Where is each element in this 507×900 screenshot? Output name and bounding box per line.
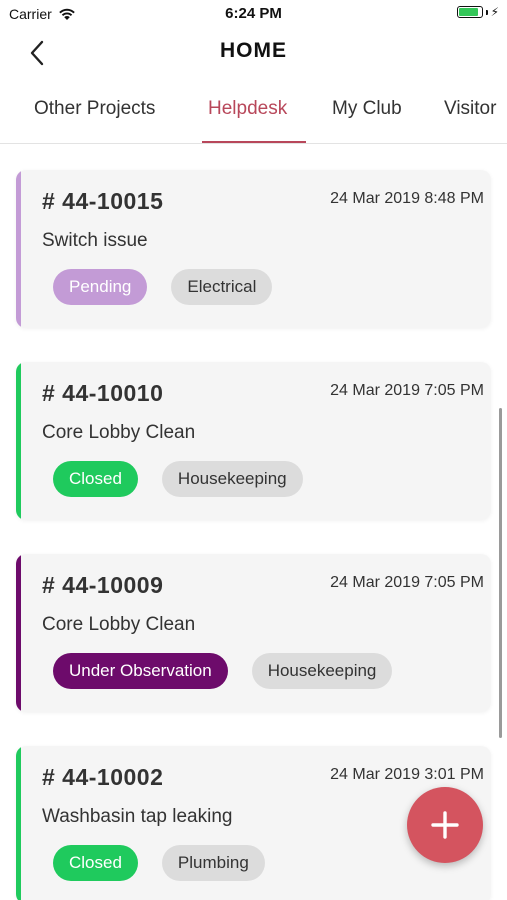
tab-helpdesk[interactable]: Helpdesk bbox=[208, 98, 287, 120]
ticket-title: Switch issue bbox=[42, 230, 148, 251]
ticket-card[interactable]: # 44-10009 24 Mar 2019 7:05 PM Core Lobb… bbox=[16, 554, 491, 712]
tab-visitor[interactable]: Visitor bbox=[444, 98, 496, 120]
clock: 6:24 PM bbox=[225, 5, 282, 22]
plus-icon bbox=[431, 811, 459, 839]
category-badge: Plumbing bbox=[161, 845, 265, 881]
ticket-id: # 44-10015 bbox=[42, 188, 164, 214]
ticket-badges: Closed Plumbing bbox=[53, 845, 265, 881]
category-badge: Housekeeping bbox=[161, 461, 303, 497]
page-title: HOME bbox=[220, 39, 287, 62]
card-status-accent bbox=[16, 170, 21, 328]
screen: Carrier 6:24 PM ⚡︎ HOME Other Projects H… bbox=[0, 0, 507, 900]
battery-body bbox=[456, 6, 483, 18]
ticket-date: 24 Mar 2019 7:05 PM bbox=[330, 382, 484, 399]
ticket-id: # 44-10010 bbox=[42, 380, 164, 406]
charging-bolt-icon: ⚡︎ bbox=[490, 5, 499, 19]
navigation-bar: HOME bbox=[0, 30, 507, 74]
card-status-accent bbox=[16, 746, 21, 900]
ticket-date: 24 Mar 2019 3:01 PM bbox=[330, 766, 484, 783]
status-badge: Closed bbox=[53, 461, 138, 497]
category-badge: Electrical bbox=[171, 269, 273, 305]
tab-other-projects[interactable]: Other Projects bbox=[34, 98, 155, 120]
add-ticket-button[interactable] bbox=[407, 787, 483, 863]
ticket-title: Core Lobby Clean bbox=[42, 614, 196, 635]
category-badge: Housekeeping bbox=[251, 653, 393, 689]
status-bar: Carrier 6:24 PM ⚡︎ bbox=[0, 0, 507, 28]
battery-fill bbox=[458, 8, 479, 16]
battery-cap bbox=[485, 9, 488, 15]
ticket-badges: Pending Electrical bbox=[53, 269, 273, 305]
ticket-badges: Closed Housekeeping bbox=[53, 461, 303, 497]
ticket-id: # 44-10002 bbox=[42, 764, 164, 790]
status-badge: Under Observation bbox=[53, 653, 228, 689]
ticket-date: 24 Mar 2019 8:48 PM bbox=[330, 190, 484, 207]
status-badge: Pending bbox=[53, 269, 148, 305]
ticket-card[interactable]: # 44-10015 24 Mar 2019 8:48 PM Switch is… bbox=[16, 170, 491, 328]
card-status-accent bbox=[16, 362, 21, 520]
tab-bar: Other Projects Helpdesk My Club Visitor bbox=[0, 86, 507, 144]
tab-my-club[interactable]: My Club bbox=[332, 98, 402, 120]
scrollbar[interactable] bbox=[499, 408, 502, 738]
ticket-date: 24 Mar 2019 7:05 PM bbox=[330, 574, 484, 591]
battery-icon: ⚡︎ bbox=[456, 5, 499, 19]
ticket-title: Core Lobby Clean bbox=[42, 422, 196, 443]
ticket-card[interactable]: # 44-10010 24 Mar 2019 7:05 PM Core Lobb… bbox=[16, 362, 491, 520]
ticket-id: # 44-10009 bbox=[42, 572, 164, 598]
ticket-title: Washbasin tap leaking bbox=[42, 806, 233, 827]
status-badge: Closed bbox=[53, 845, 138, 881]
ticket-list: # 44-10015 24 Mar 2019 8:48 PM Switch is… bbox=[0, 144, 507, 900]
card-status-accent bbox=[16, 554, 21, 712]
ticket-badges: Under Observation Housekeeping bbox=[53, 653, 393, 689]
